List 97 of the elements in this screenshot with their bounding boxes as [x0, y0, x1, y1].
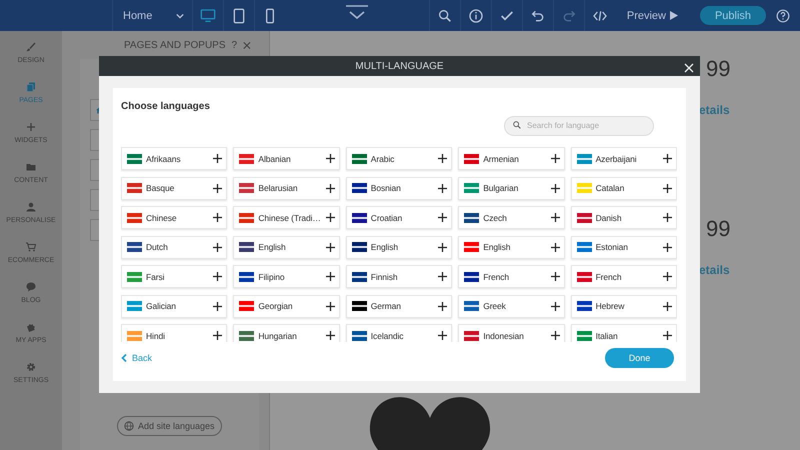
- plus-icon: [663, 331, 672, 340]
- cart-icon: [25, 241, 37, 253]
- language-option[interactable]: English: [346, 236, 452, 258]
- language-option[interactable]: Chinese (Tradi…: [233, 206, 340, 229]
- language-option[interactable]: Italian: [570, 324, 677, 342]
- plus-icon: [213, 213, 222, 222]
- language-option[interactable]: Greek: [458, 294, 565, 318]
- plus-icon: [438, 242, 448, 252]
- plus-icon: [326, 213, 335, 222]
- language-option[interactable]: Albanian: [233, 147, 340, 170]
- plus-icon: [438, 331, 448, 340]
- panel-title: PAGES AND POPUPS: [124, 40, 226, 50]
- language-option[interactable]: German: [346, 294, 452, 318]
- plus-icon: [550, 272, 560, 281]
- language-option[interactable]: Hindi: [121, 324, 228, 342]
- language-option[interactable]: French: [570, 265, 677, 288]
- language-option[interactable]: Estonian: [570, 236, 677, 258]
- chevron-left-icon: [121, 354, 127, 362]
- plus-icon: [663, 184, 672, 192]
- plus-icon: [213, 302, 222, 310]
- plus-icon: [438, 272, 448, 281]
- price-text: 99: [706, 56, 730, 82]
- language-option[interactable]: Azerbaijani: [570, 147, 677, 170]
- plus-icon: [213, 331, 222, 340]
- plus-icon: [326, 302, 335, 310]
- plus-icon: [663, 242, 672, 252]
- plus-icon: [326, 184, 335, 192]
- monitor-icon: [200, 8, 216, 24]
- language-option[interactable]: Czech: [458, 206, 565, 229]
- language-option[interactable]: Filipino: [233, 265, 340, 288]
- plus-icon: [213, 184, 222, 192]
- language-option[interactable]: Catalan: [570, 176, 677, 200]
- plus-icon: [438, 184, 448, 192]
- language-option[interactable]: Indonesian: [458, 324, 565, 342]
- help-icon[interactable]: [776, 8, 790, 22]
- price-text: 99: [706, 216, 730, 242]
- language-option[interactable]: Bosnian: [346, 176, 452, 200]
- info-icon: [468, 8, 484, 24]
- plus-icon: [213, 272, 222, 281]
- caret-icon: [176, 12, 184, 20]
- plus-icon: [550, 242, 560, 252]
- plus-icon: [326, 272, 335, 281]
- search-icon: [436, 8, 453, 24]
- plus-icon: [663, 154, 672, 163]
- search-field[interactable]: Search for language: [504, 116, 654, 136]
- plus-icon: [438, 213, 448, 222]
- plus-icon: [438, 154, 448, 163]
- language-option[interactable]: Hebrew: [570, 294, 677, 318]
- language-option[interactable]: French: [458, 265, 565, 288]
- language-option[interactable]: Dutch: [121, 236, 228, 258]
- tablet-icon: [231, 8, 247, 24]
- language-option[interactable]: Georgian: [233, 294, 340, 318]
- dialog-title: MULTI-LANGUAGE: [355, 60, 444, 72]
- plus-icon: [550, 331, 560, 340]
- language-option[interactable]: English: [458, 236, 565, 258]
- plus-icon: [663, 213, 672, 222]
- language-option[interactable]: Chinese: [121, 206, 228, 229]
- language-option[interactable]: Farsi: [121, 265, 228, 288]
- globe-icon: [124, 421, 134, 431]
- plus-icon: [663, 272, 672, 281]
- language-option[interactable]: Croatian: [346, 206, 452, 229]
- plus-icon: [550, 302, 560, 310]
- gear-icon: [25, 361, 37, 373]
- plus-icon: [550, 154, 560, 163]
- plus-icon: [326, 154, 335, 163]
- language-option[interactable]: Basque: [121, 176, 228, 200]
- language-option[interactable]: Danish: [570, 206, 677, 229]
- plus-icon: [25, 121, 37, 133]
- language-option[interactable]: Icelandic: [346, 324, 452, 342]
- chat-bubble-icon: [25, 281, 37, 293]
- play-icon: [670, 11, 678, 20]
- language-option[interactable]: Bulgarian: [458, 176, 565, 200]
- pages-icon: [25, 81, 37, 93]
- person-icon: [25, 201, 37, 213]
- plus-icon: [663, 302, 672, 310]
- language-option[interactable]: Arabic: [346, 147, 452, 170]
- plus-icon: [213, 154, 222, 163]
- brush-icon: [25, 41, 37, 53]
- language-option[interactable]: English: [233, 236, 340, 258]
- language-option[interactable]: Hungarian: [233, 324, 340, 342]
- dialog-heading: Choose languages: [121, 100, 211, 112]
- language-option[interactable]: Belarusian: [233, 176, 340, 200]
- preview-button[interactable]: Preview: [614, 0, 690, 31]
- folder-icon: [25, 161, 37, 173]
- plus-icon: [326, 331, 335, 340]
- plus-icon: [213, 242, 222, 252]
- plus-icon: [326, 242, 335, 252]
- search-icon: [512, 120, 522, 130]
- close-icon[interactable]: [243, 40, 251, 50]
- language-option[interactable]: Afrikaans: [121, 147, 228, 170]
- close-button[interactable]: [684, 61, 694, 71]
- plus-icon: [438, 302, 448, 310]
- language-option[interactable]: Armenian: [458, 147, 565, 170]
- language-option[interactable]: Galician: [121, 294, 228, 318]
- language-option[interactable]: Finnish: [346, 265, 452, 288]
- plus-icon: [550, 213, 560, 222]
- plus-icon: [550, 184, 560, 192]
